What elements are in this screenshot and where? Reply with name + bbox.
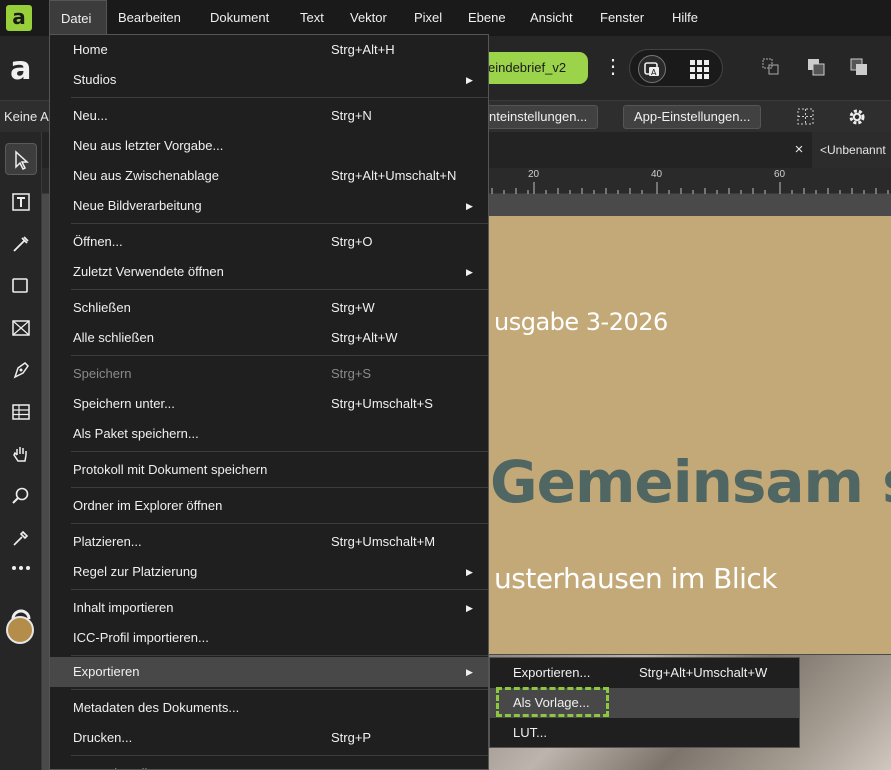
snapping-icon[interactable] bbox=[795, 106, 817, 128]
menu-item-neu-vorgabe[interactable]: Neu aus letzter Vorgabe... bbox=[50, 131, 488, 161]
document-settings-button[interactable]: nteinstellungen... bbox=[478, 105, 599, 129]
arrange-icon[interactable] bbox=[760, 56, 782, 78]
fill-color-swatch[interactable] bbox=[6, 616, 34, 644]
menu-item-speichern: Speichern Strg+S bbox=[73, 366, 372, 381]
color-picker-icon[interactable] bbox=[5, 522, 37, 554]
context-label: Keine A bbox=[4, 109, 49, 124]
menu-fenster[interactable]: Fenster bbox=[600, 0, 644, 36]
export-submenu: Exportieren... Strg+Alt+Umschalt+W Als Vo… bbox=[489, 657, 800, 748]
persona-switcher: A bbox=[629, 49, 723, 87]
menu-item-drucken[interactable]: Drucken... Strg+P bbox=[50, 723, 488, 753]
menu-item-als-paket[interactable]: Als Paket speichern... bbox=[50, 419, 488, 449]
submenu-arrow-icon: ▶ bbox=[466, 267, 473, 277]
pen-tool-icon[interactable] bbox=[5, 354, 37, 386]
menu-ebene[interactable]: Ebene bbox=[468, 0, 506, 36]
ruler-label: 60 bbox=[774, 169, 786, 180]
menu-item-platzieren[interactable]: Platzieren... Strg+Umschalt+M bbox=[50, 527, 488, 557]
menu-item-speichern-unter[interactable]: Speichern unter... Strg+Umschalt+S bbox=[50, 389, 488, 419]
grid-icon[interactable] bbox=[685, 55, 713, 83]
rectangle-tool-icon[interactable] bbox=[5, 270, 37, 302]
menu-item-icc-profil[interactable]: ICC-Profil importieren... bbox=[50, 623, 488, 653]
close-tab-icon[interactable]: × bbox=[789, 132, 809, 168]
tools-panel bbox=[0, 132, 42, 770]
submenu-item-lut[interactable]: LUT... bbox=[490, 718, 799, 748]
menu-pixel[interactable]: Pixel bbox=[414, 0, 442, 36]
submenu-arrow-icon: ▶ bbox=[466, 75, 473, 85]
headline-text[interactable]: Gemeinsam s bbox=[490, 448, 891, 516]
submenu-arrow-icon: ▶ bbox=[466, 567, 473, 577]
brush-tool-icon[interactable] bbox=[5, 228, 37, 260]
menu-item-inhalt-importieren[interactable]: Inhalt importieren ▶ bbox=[50, 593, 488, 623]
menu-item-regel-platzierung[interactable]: Regel zur Platzierung ▶ bbox=[50, 557, 488, 587]
more-icon[interactable]: ⋮ bbox=[603, 56, 623, 80]
submenu-arrow-icon: ▶ bbox=[466, 667, 473, 677]
zoom-tool-icon[interactable] bbox=[5, 480, 37, 512]
move-tool-icon[interactable] bbox=[5, 143, 37, 175]
ruler-label: 40 bbox=[651, 169, 663, 180]
menu-dokument[interactable]: Dokument bbox=[210, 0, 269, 36]
menubar: a Datei Bearbeiten Dokument Text Vektor … bbox=[0, 0, 891, 36]
issue-text[interactable]: usgabe 3-2026 bbox=[494, 308, 668, 336]
hand-tool-icon[interactable] bbox=[5, 438, 37, 470]
menu-item-metadaten[interactable]: Metadaten des Dokuments... bbox=[50, 693, 488, 723]
menu-ansicht[interactable]: Ansicht bbox=[530, 0, 573, 36]
menu-item-studios[interactable]: Studios ▶ bbox=[50, 65, 488, 95]
app-settings-button[interactable]: App-Einstellungen... bbox=[623, 105, 762, 129]
layer-front-icon[interactable] bbox=[848, 56, 870, 78]
subline-text[interactable]: usterhausen im Blick bbox=[494, 562, 778, 595]
menu-datei[interactable]: Datei bbox=[49, 0, 107, 36]
ruler-label: 20 bbox=[528, 169, 540, 180]
gear-icon[interactable] bbox=[846, 106, 868, 128]
table-tool-icon[interactable] bbox=[5, 396, 37, 428]
app-logo-icon[interactable]: a bbox=[6, 5, 32, 31]
menu-item-protokoll[interactable]: Protokoll mit Dokument speichern bbox=[50, 455, 488, 485]
menu-item-exportieren[interactable]: Exportieren ▶ bbox=[50, 657, 488, 687]
svg-text:A: A bbox=[651, 68, 657, 77]
menu-item-neu[interactable]: Neu... Strg+N bbox=[50, 101, 488, 131]
menu-item-alle-schliessen[interactable]: Alle schließen Strg+Alt+W bbox=[50, 323, 488, 353]
more-tools-icon[interactable] bbox=[5, 552, 37, 584]
menu-item-schliessen[interactable]: Schließen Strg+W bbox=[50, 293, 488, 323]
frame-tool-icon[interactable] bbox=[5, 312, 37, 344]
persona-designer-icon[interactable]: A bbox=[638, 55, 666, 83]
text-tool-icon[interactable] bbox=[5, 186, 37, 218]
submenu-arrow-icon: ▶ bbox=[466, 603, 473, 613]
focus-highlight bbox=[496, 687, 609, 717]
app-logo: a bbox=[10, 49, 32, 87]
tab-untitled[interactable]: <Unbenannt bbox=[812, 132, 891, 168]
menu-hilfe[interactable]: Hilfe bbox=[672, 0, 698, 36]
submenu-arrow-icon: ▶ bbox=[466, 201, 473, 211]
menu-item-konto[interactable]: Kontoeinstell... bbox=[50, 759, 488, 769]
file-menu: Home Strg+Alt+H Studios ▶ Neu... Strg+N Neu… bbox=[49, 34, 489, 770]
menu-bearbeiten[interactable]: Bearbeiten bbox=[118, 0, 181, 36]
menu-item-zuletzt-verwendet[interactable]: Zuletzt Verwendete öffnen ▶ bbox=[50, 257, 488, 287]
menu-text[interactable]: Text bbox=[300, 0, 324, 36]
menu-item-neue-bildverarbeitung[interactable]: Neue Bildverarbeitung ▶ bbox=[50, 191, 488, 221]
menu-item-ordner-explorer[interactable]: Ordner im Explorer öffnen bbox=[50, 491, 488, 521]
menu-vektor[interactable]: Vektor bbox=[350, 0, 387, 36]
menu-item-oeffnen[interactable]: Öffnen... Strg+O bbox=[50, 227, 488, 257]
submenu-item-exportieren[interactable]: Exportieren... Strg+Alt+Umschalt+W bbox=[490, 658, 799, 688]
menu-item-home[interactable]: Home Strg+Alt+H bbox=[50, 35, 488, 65]
layer-back-icon[interactable] bbox=[805, 56, 827, 78]
menu-item-neu-zwischenablage[interactable]: Neu aus Zwischenablage Strg+Alt+Umschalt+… bbox=[50, 161, 488, 191]
